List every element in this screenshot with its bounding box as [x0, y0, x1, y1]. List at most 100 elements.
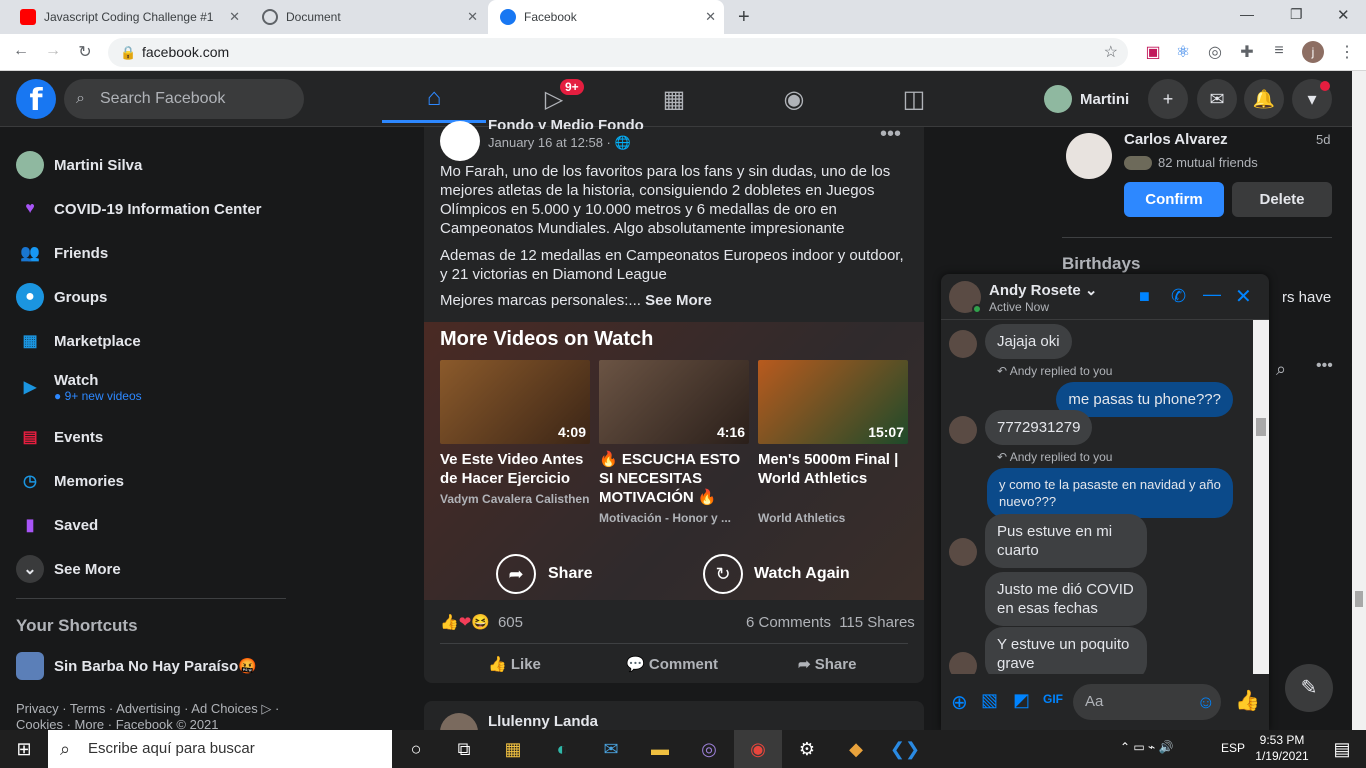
sidebar-item-watch[interactable]: ▶ Watch ● 9+ new videos	[16, 365, 142, 409]
message-bubble[interactable]: 7772931279	[985, 410, 1093, 445]
footer-links[interactable]: Privacy · Terms · Advertising · Ad Choic…	[16, 701, 286, 732]
scrollbar-thumb[interactable]	[1355, 591, 1363, 607]
sidebar-item-memories[interactable]: ◷ Memories	[16, 461, 124, 501]
message-bubble[interactable]: Jajaja oki	[985, 324, 1072, 359]
maximize-window-button[interactable]: ❐	[1290, 6, 1303, 23]
facebook-logo[interactable]: f	[16, 79, 56, 119]
share-video-button[interactable]: Share	[548, 565, 592, 583]
gif-icon[interactable]: GIF	[1043, 692, 1063, 706]
notifications-button[interactable]: 🔔	[1244, 79, 1284, 119]
chat-contact-name[interactable]: Andy Rosete ⌄	[989, 281, 1097, 299]
edge-icon[interactable]: ◐	[538, 730, 586, 768]
nav-home-tab[interactable]: ⌂	[382, 75, 486, 123]
friend-request-name[interactable]: Carlos Alvarez	[1124, 131, 1228, 148]
close-tab-icon[interactable]: ✕	[705, 9, 716, 25]
search-input[interactable]: ⌕ Search Facebook	[64, 79, 304, 119]
video-title[interactable]: Ve Este Video Antes de Hacer Ejercicio	[440, 450, 590, 488]
forward-arrow-icon[interactable]: →	[42, 42, 64, 60]
close-window-button[interactable]: ✕	[1337, 6, 1350, 24]
react-devtools-icon[interactable]: ⚛	[1172, 42, 1194, 62]
comments-count[interactable]: 6 Comments	[746, 614, 831, 631]
comment-button[interactable]: 💬 Comment	[626, 655, 718, 673]
minimize-window-button[interactable]: —	[1240, 6, 1254, 22]
file-explorer-icon[interactable]: ▬	[636, 730, 684, 768]
post-author[interactable]: Llulenny Landa	[488, 713, 598, 730]
bookmark-star-icon[interactable]: ☆	[1104, 38, 1118, 67]
browser-tab-facebook[interactable]: Facebook ✕	[488, 0, 724, 34]
share-icon[interactable]: ➦	[496, 554, 536, 594]
nav-gaming-tab[interactable]: ◫	[862, 75, 966, 123]
messenger-button[interactable]: ✉	[1197, 79, 1237, 119]
video-title[interactable]: 🔥 ESCUCHA ESTO SI NECESITAS MOTIVACIÓN 🔥	[599, 450, 749, 507]
contacts-options-icon[interactable]: •••	[1316, 357, 1333, 375]
browser-tab-youtube[interactable]: Javascript Coding Challenge #1: I ✕	[8, 0, 248, 34]
video-source[interactable]: World Athletics	[758, 511, 908, 525]
reactions-summary[interactable]: 👍 ❤ 😆 605	[440, 613, 523, 632]
shortcut-item[interactable]: Sin Barba No Hay Paraíso🤬	[16, 646, 257, 686]
account-menu-button[interactable]: ▾	[1292, 79, 1332, 119]
video-thumbnail[interactable]: 15:07	[758, 360, 908, 444]
clock[interactable]: 9:53 PM 1/19/2021	[1252, 732, 1312, 764]
sidebar-item-covid[interactable]: ♥ COVID-19 Information Center	[16, 189, 261, 229]
video-call-icon[interactable]: ■	[1139, 286, 1150, 307]
message-bubble[interactable]: Y estuve un poquito grave	[985, 627, 1147, 674]
notification-center-icon[interactable]: ▤	[1318, 730, 1366, 768]
page-avatar[interactable]	[440, 121, 480, 161]
address-bar[interactable]: 🔒 facebook.com ☆	[108, 38, 1128, 67]
sidebar-item-marketplace[interactable]: ▦ Marketplace	[16, 321, 140, 361]
close-tab-icon[interactable]: ✕	[467, 9, 478, 25]
see-more-link[interactable]: See More	[645, 292, 712, 309]
video-source[interactable]: Vadym Cavalera Calisthenics	[440, 492, 590, 506]
vscode-icon[interactable]: ❮❯	[881, 730, 929, 768]
git-icon[interactable]: ◆	[832, 730, 880, 768]
media-queue-icon[interactable]: ≡	[1268, 42, 1290, 60]
watch-again-button[interactable]: Watch Again	[754, 565, 850, 583]
minimize-chat-icon[interactable]: —	[1203, 284, 1221, 305]
search-contacts-icon[interactable]: ⌕	[1276, 359, 1286, 380]
page-name[interactable]: Fondo y Medio Fondo	[488, 117, 644, 129]
nav-watch-tab[interactable]: ▷ 9+	[502, 75, 606, 123]
message-bubble[interactable]: Pus estuve en mi cuarto	[985, 514, 1147, 568]
reload-icon[interactable]: ↻	[74, 42, 96, 62]
profile-avatar[interactable]: j	[1302, 41, 1324, 63]
phone-icon[interactable]: ✆	[1171, 286, 1186, 307]
chat-scrollbar[interactable]	[1253, 320, 1269, 674]
browser-tab-document[interactable]: Document ✕	[250, 0, 486, 34]
message-input[interactable]: Aa ☺	[1073, 684, 1221, 720]
app-icon[interactable]: ◎	[685, 730, 733, 768]
windows-start-icon[interactable]: ⊞	[0, 730, 48, 768]
profile-button[interactable]: Martini	[1044, 81, 1129, 117]
extension-icon[interactable]: ◎	[1204, 42, 1226, 62]
sidebar-item-events[interactable]: ▤ Events	[16, 417, 103, 457]
tray-icons[interactable]: ⌃ ▭ ⌁ 🔊	[1120, 740, 1174, 754]
video-thumbnail[interactable]: 4:09	[440, 360, 590, 444]
sidebar-item-profile[interactable]: Martini Silva	[16, 145, 142, 185]
sticker-icon[interactable]: ◩	[1013, 690, 1030, 711]
plus-circle-icon[interactable]: ⊕	[951, 690, 968, 715]
cortana-icon[interactable]: ○	[392, 730, 440, 768]
chrome-icon[interactable]: ◉	[734, 730, 782, 768]
task-view-icon[interactable]: ⧉	[440, 730, 488, 768]
emoji-icon[interactable]: ☺	[1197, 684, 1215, 720]
back-arrow-icon[interactable]: ←	[10, 42, 32, 60]
like-button[interactable]: 👍 Like	[488, 655, 541, 673]
thumbs-up-send-icon[interactable]: 👍	[1235, 688, 1260, 713]
avatar[interactable]	[1066, 133, 1112, 179]
nav-groups-tab[interactable]: ◉	[742, 75, 846, 123]
taskbar-search-input[interactable]: ⌕ Escribe aquí para buscar	[48, 730, 392, 768]
message-bubble[interactable]: y como te la pasaste en navidad y año nu…	[987, 468, 1233, 518]
sidebar-item-friends[interactable]: 👥 Friends	[16, 233, 108, 273]
message-bubble[interactable]: Justo me dió COVID en esas fechas	[985, 572, 1147, 626]
share-button[interactable]: ➦ Share	[798, 655, 856, 673]
replay-icon[interactable]: ↻	[703, 554, 743, 594]
video-source[interactable]: Motivación - Honor y ...	[599, 511, 749, 525]
language-indicator[interactable]: ESP	[1221, 741, 1245, 755]
chrome-menu-icon[interactable]: ⋮	[1336, 42, 1358, 62]
sidebar-item-groups[interactable]: ● Groups	[16, 277, 107, 317]
new-tab-button[interactable]: +	[738, 6, 750, 29]
settings-gear-icon[interactable]: ⚙	[783, 730, 831, 768]
create-button[interactable]: +	[1148, 79, 1188, 119]
post-date[interactable]: January 16 at 12:58 · 🌐	[488, 135, 631, 151]
sidebar-item-saved[interactable]: ▮ Saved	[16, 505, 99, 545]
mail-icon[interactable]: ✉	[587, 730, 635, 768]
